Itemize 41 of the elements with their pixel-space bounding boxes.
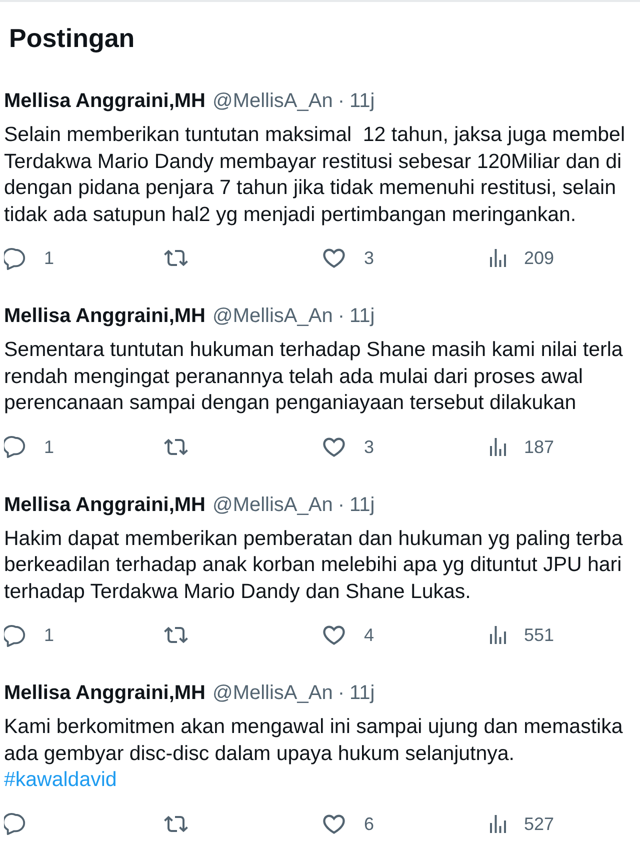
speech-bubble-icon xyxy=(4,624,27,646)
user-handle[interactable]: @MellisA_An xyxy=(212,680,333,706)
views-button[interactable]: 209 xyxy=(489,246,554,270)
user-handle[interactable]: @MellisA_An xyxy=(212,303,333,329)
reply-button[interactable] xyxy=(4,812,27,835)
post-text: Selain memberikan tuntutan maksimal 12 tahun, jaksa juga membel Terdakwa Mario Dandy membayar restitusi sebesar 120Miliar dan di dengan pidana penjara 7 tahun jika tidak memenuhi restitusi, selain tidak ada satupun hal2 yg menjadi pertimbangan meringankan. xyxy=(4,122,626,228)
like-button[interactable]: 3 xyxy=(321,434,374,460)
speech-bubble-icon xyxy=(4,435,27,458)
reply-button[interactable]: 1 xyxy=(4,434,54,458)
section-title: Postingan xyxy=(8,22,135,54)
post-time[interactable]: 11j xyxy=(350,88,375,114)
author-name[interactable]: Mellisa Anggraini,MH xyxy=(4,680,206,706)
post-time[interactable]: 11j xyxy=(350,303,375,329)
speech-bubble-icon xyxy=(4,246,27,270)
post-time[interactable]: 11j xyxy=(350,680,375,706)
user-handle[interactable]: @MellisA_An xyxy=(212,88,333,114)
separator-dot: · xyxy=(338,89,345,114)
bar-chart-icon xyxy=(489,814,507,832)
like-button[interactable]: 6 xyxy=(321,810,374,836)
views-button[interactable]: 527 xyxy=(489,812,554,836)
author-name[interactable]: Mellisa Anggraini,MH xyxy=(4,303,206,329)
author-name[interactable]: Mellisa Anggraini,MH xyxy=(4,88,206,114)
post-time[interactable]: 11j xyxy=(350,492,375,518)
speech-bubble-icon xyxy=(4,812,27,835)
user-handle[interactable]: @MellisA_An xyxy=(212,492,333,518)
bar-chart-icon xyxy=(489,249,507,267)
reply-button[interactable]: 1 xyxy=(4,246,54,270)
post-text: Hakim dapat memberikan pemberatan dan hukuman yg paling terba berkeadilan terhadap anak korban melebihi apa yg dituntut JPU hari terhadap Terdakwa Mario Dandy dan Shane Lukas. xyxy=(4,526,623,604)
author-name[interactable]: Mellisa Anggraini,MH xyxy=(4,492,206,518)
separator-dot: · xyxy=(338,304,345,329)
post-text: Sementara tuntutan hukuman terhadap Shane masih kami nilai terla rendah mengingat peranannya telah ada mulai dari proses awal perencanaan sampai dengan penganiayaan tersebut dilakukan xyxy=(4,337,623,416)
bar-chart-icon xyxy=(489,438,507,456)
post-text: Kami berkomitmen akan mengawal ini sampai ujung dan memastika ada gembyar disc-disc dalam upaya hukum selanjutnya. xyxy=(4,714,623,766)
separator-dot: · xyxy=(338,681,345,706)
bar-chart-icon xyxy=(489,626,507,644)
separator-dot: · xyxy=(338,492,345,518)
views-button[interactable]: 187 xyxy=(489,434,554,458)
like-button[interactable]: 3 xyxy=(321,245,374,271)
reply-button[interactable]: 1 xyxy=(4,623,54,647)
like-button[interactable]: 4 xyxy=(321,622,374,648)
views-button[interactable]: 551 xyxy=(489,623,554,647)
